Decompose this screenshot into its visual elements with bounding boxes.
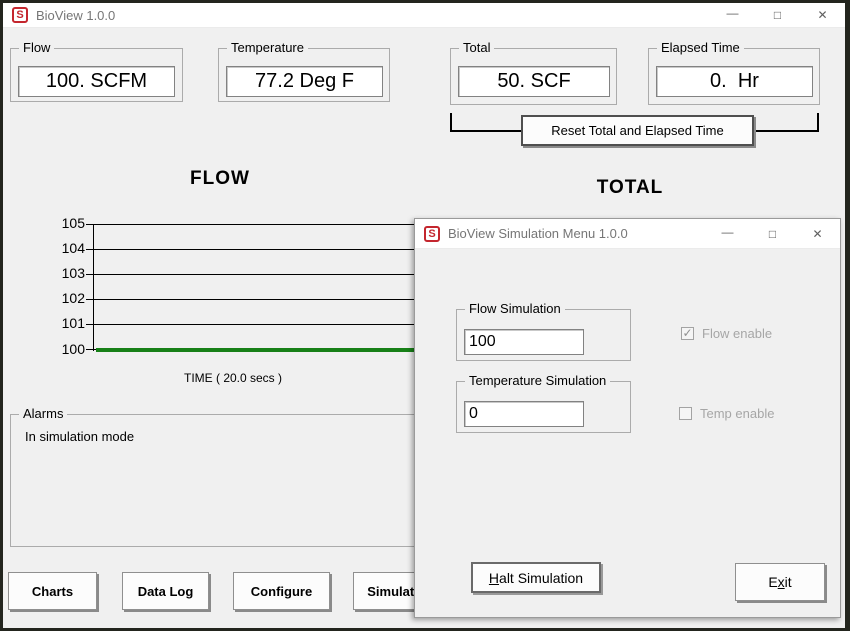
temperature-readout-value: 77.2 Deg F xyxy=(226,66,383,97)
flow-ytick-101: 101 xyxy=(43,315,85,333)
flow-simulation-input[interactable] xyxy=(464,329,584,355)
flow-ytick-104: 104 xyxy=(43,240,85,258)
main-titlebar[interactable]: S BioView 1.0.0 — □ ✕ xyxy=(3,3,845,28)
alarm-message: In simulation mode xyxy=(25,429,134,444)
flow-simulation-label: Flow Simulation xyxy=(465,301,565,316)
halt-simulation-button[interactable]: Halt Simulation xyxy=(471,562,601,593)
total-readout-label: Total xyxy=(459,40,494,55)
flow-enable-label: Flow enable xyxy=(702,326,772,341)
main-window-title: BioView 1.0.0 xyxy=(36,8,115,23)
flow-simulation-group: Flow Simulation xyxy=(456,309,631,361)
flow-readout-label: Flow xyxy=(19,40,54,55)
elapsed-time-readout-group: Elapsed Time 0. Hr xyxy=(648,48,820,105)
ytickmark xyxy=(86,349,93,350)
maximize-icon[interactable]: □ xyxy=(755,3,800,27)
flow-enable-checkbox: ✓ xyxy=(681,327,694,340)
temperature-simulation-label: Temperature Simulation xyxy=(465,373,610,388)
ytickmark xyxy=(86,299,93,300)
data-log-button[interactable]: Data Log xyxy=(122,572,209,610)
charts-button[interactable]: Charts xyxy=(8,572,97,610)
total-chart-title: TOTAL xyxy=(570,177,690,199)
temperature-simulation-input[interactable] xyxy=(464,401,584,427)
exit-button[interactable]: Exit xyxy=(735,563,825,601)
simulation-dialog: S BioView Simulation Menu 1.0.0 — □ ✕ Fl… xyxy=(414,218,841,618)
flow-ytick-105: 105 xyxy=(43,215,85,233)
bracket-line-left-horizontal xyxy=(450,130,522,132)
app-logo-icon: S xyxy=(424,226,440,242)
flow-ytick-103: 103 xyxy=(43,265,85,283)
ytickmark xyxy=(86,249,93,250)
bracket-line-right-horizontal xyxy=(752,130,819,132)
total-readout-group: Total 50. SCF xyxy=(450,48,617,105)
desktop: { "window_controls": { "min": "—", "max"… xyxy=(0,0,850,631)
flow-ytick-102: 102 xyxy=(43,290,85,308)
dialog-titlebar[interactable]: S BioView Simulation Menu 1.0.0 — □ ✕ xyxy=(415,219,840,249)
close-icon[interactable]: ✕ xyxy=(800,3,845,27)
total-readout-value: 50. SCF xyxy=(458,66,610,97)
app-logo-icon: S xyxy=(12,7,28,23)
temperature-readout-label: Temperature xyxy=(227,40,308,55)
ytickmark xyxy=(86,274,93,275)
dialog-maximize-icon[interactable]: □ xyxy=(750,219,795,248)
dialog-minimize-icon[interactable]: — xyxy=(705,219,750,248)
dialog-title: BioView Simulation Menu 1.0.0 xyxy=(448,226,628,241)
minimize-icon[interactable]: — xyxy=(710,3,755,27)
flow-ytick-100: 100 xyxy=(43,341,85,359)
temp-enable-label: Temp enable xyxy=(700,406,774,421)
flow-readout-group: Flow 100. SCFM xyxy=(10,48,183,102)
alarms-group-label: Alarms xyxy=(19,406,67,421)
ytickmark xyxy=(86,224,93,225)
configure-button[interactable]: Configure xyxy=(233,572,330,610)
dialog-close-icon[interactable]: ✕ xyxy=(795,219,840,248)
flow-chart-xaxis-label: TIME ( 20.0 secs ) xyxy=(153,371,313,385)
temperature-simulation-group: Temperature Simulation xyxy=(456,381,631,433)
flow-chart-title: FLOW xyxy=(150,168,290,190)
elapsed-time-readout-label: Elapsed Time xyxy=(657,40,744,55)
reset-total-button[interactable]: Reset Total and Elapsed Time xyxy=(521,115,754,146)
ytickmark xyxy=(86,324,93,325)
temp-enable-checkbox xyxy=(679,407,692,420)
temperature-readout-group: Temperature 77.2 Deg F xyxy=(218,48,390,102)
elapsed-time-readout-value: 0. Hr xyxy=(656,66,813,97)
flow-chart-yaxis xyxy=(93,224,94,351)
flow-readout-value: 100. SCFM xyxy=(18,66,175,97)
